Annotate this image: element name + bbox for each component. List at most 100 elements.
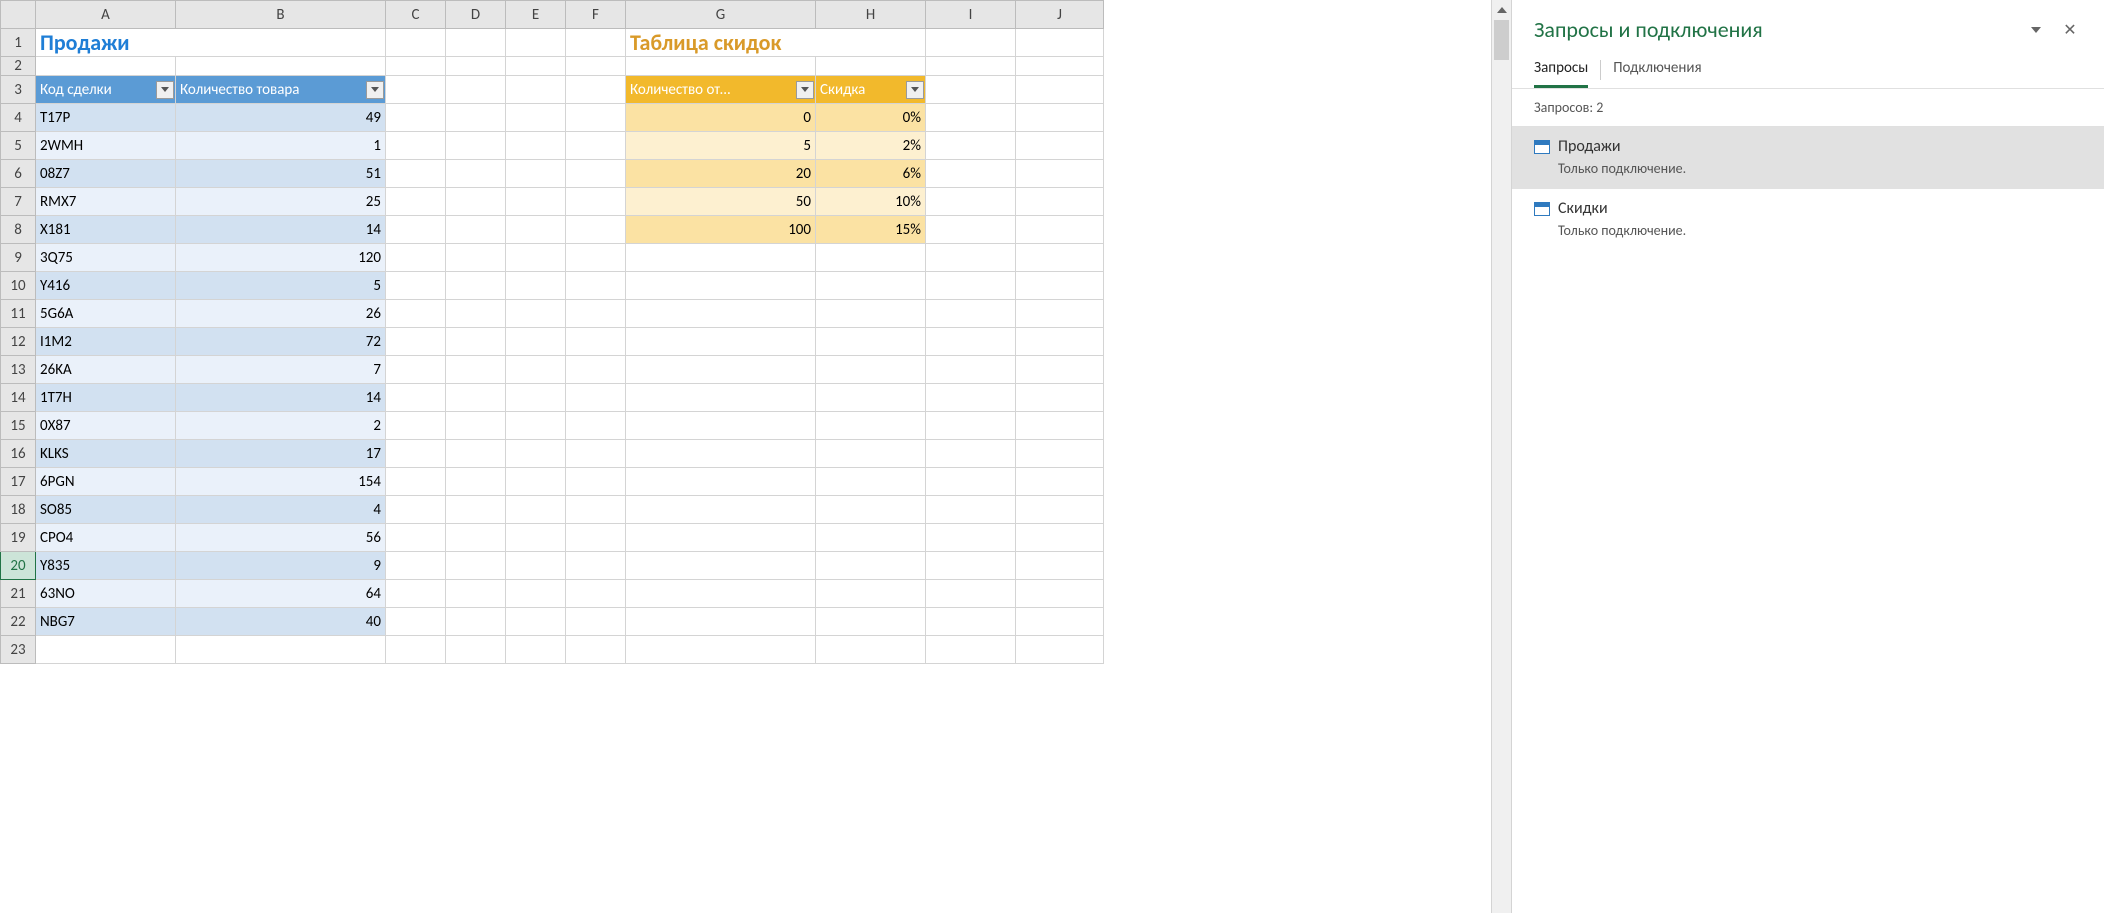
cell-J16[interactable] (1016, 440, 1104, 468)
cell-F20[interactable] (566, 552, 626, 580)
cell-C9[interactable] (386, 244, 446, 272)
cell-G11[interactable] (626, 300, 816, 328)
cell-I5[interactable] (926, 132, 1016, 160)
cell-I6[interactable] (926, 160, 1016, 188)
filter-button[interactable] (796, 81, 814, 99)
cell-H22[interactable] (816, 608, 926, 636)
cell-C23[interactable] (386, 636, 446, 664)
cell-E17[interactable] (506, 468, 566, 496)
scroll-up-button[interactable] (1492, 0, 1511, 20)
cell-H10[interactable] (816, 272, 926, 300)
cell-B4[interactable]: 49 (176, 104, 386, 132)
row-header-9[interactable]: 9 (1, 244, 36, 272)
cell-G23[interactable] (626, 636, 816, 664)
cell-D16[interactable] (446, 440, 506, 468)
cell-H21[interactable] (816, 580, 926, 608)
cell-F19[interactable] (566, 524, 626, 552)
cell-J4[interactable] (1016, 104, 1104, 132)
row-header-18[interactable]: 18 (1, 496, 36, 524)
cell-I22[interactable] (926, 608, 1016, 636)
cell-B15[interactable]: 2 (176, 412, 386, 440)
cell-I12[interactable] (926, 328, 1016, 356)
cell-H16[interactable] (816, 440, 926, 468)
cell-G5[interactable]: 5 (626, 132, 816, 160)
cell-C15[interactable] (386, 412, 446, 440)
cell-B14[interactable]: 14 (176, 384, 386, 412)
cell-D18[interactable] (446, 496, 506, 524)
cell-B10[interactable]: 5 (176, 272, 386, 300)
cell-E13[interactable] (506, 356, 566, 384)
cell-I21[interactable] (926, 580, 1016, 608)
cell-B2[interactable] (176, 57, 386, 76)
row-header-20[interactable]: 20 (1, 552, 36, 580)
cell-J22[interactable] (1016, 608, 1104, 636)
cell-I20[interactable] (926, 552, 1016, 580)
panel-close-button[interactable] (2058, 18, 2082, 42)
cell-E10[interactable] (506, 272, 566, 300)
cell-A18[interactable]: SO85 (36, 496, 176, 524)
cell-I10[interactable] (926, 272, 1016, 300)
cell-C3[interactable] (386, 76, 446, 104)
cell-E11[interactable] (506, 300, 566, 328)
cell-B6[interactable]: 51 (176, 160, 386, 188)
cell-C14[interactable] (386, 384, 446, 412)
cell-D20[interactable] (446, 552, 506, 580)
row-header-14[interactable]: 14 (1, 384, 36, 412)
cell-A14[interactable]: 1T7H (36, 384, 176, 412)
cell-B23[interactable] (176, 636, 386, 664)
cell-H8[interactable]: 15% (816, 216, 926, 244)
cell-I2[interactable] (926, 57, 1016, 76)
cell-F1[interactable] (566, 29, 626, 57)
cell-J14[interactable] (1016, 384, 1104, 412)
cell-H12[interactable] (816, 328, 926, 356)
cell-D5[interactable] (446, 132, 506, 160)
cell-B5[interactable]: 1 (176, 132, 386, 160)
cell-B16[interactable]: 17 (176, 440, 386, 468)
cell-H3[interactable]: Скидка (816, 76, 926, 104)
cell-E6[interactable] (506, 160, 566, 188)
cell-E18[interactable] (506, 496, 566, 524)
cell-A21[interactable]: 63NO (36, 580, 176, 608)
cell-F23[interactable] (566, 636, 626, 664)
tab-connections[interactable]: Подключения (1613, 51, 1701, 88)
row-header-12[interactable]: 12 (1, 328, 36, 356)
cell-E3[interactable] (506, 76, 566, 104)
cell-E21[interactable] (506, 580, 566, 608)
cell-H6[interactable]: 6% (816, 160, 926, 188)
cell-F6[interactable] (566, 160, 626, 188)
cell-C22[interactable] (386, 608, 446, 636)
cell-J10[interactable] (1016, 272, 1104, 300)
cell-D12[interactable] (446, 328, 506, 356)
row-header-1[interactable]: 1 (1, 29, 36, 57)
cell-E16[interactable] (506, 440, 566, 468)
cell-F4[interactable] (566, 104, 626, 132)
cell-H5[interactable]: 2% (816, 132, 926, 160)
cell-G10[interactable] (626, 272, 816, 300)
cell-A9[interactable]: 3Q75 (36, 244, 176, 272)
cell-E23[interactable] (506, 636, 566, 664)
cell-A17[interactable]: 6PGN (36, 468, 176, 496)
panel-menu-button[interactable] (2024, 18, 2048, 42)
cell-A5[interactable]: 2WMH (36, 132, 176, 160)
cell-E9[interactable] (506, 244, 566, 272)
cell-H9[interactable] (816, 244, 926, 272)
cell-F9[interactable] (566, 244, 626, 272)
cell-I14[interactable] (926, 384, 1016, 412)
grid[interactable]: ABCDEFGHIJ1ПродажиТаблица скидок23Код сд… (0, 0, 1104, 664)
cell-C12[interactable] (386, 328, 446, 356)
row-header-19[interactable]: 19 (1, 524, 36, 552)
row-header-6[interactable]: 6 (1, 160, 36, 188)
cell-G15[interactable] (626, 412, 816, 440)
cell-D21[interactable] (446, 580, 506, 608)
cell-J12[interactable] (1016, 328, 1104, 356)
cell-J20[interactable] (1016, 552, 1104, 580)
cell-H4[interactable]: 0% (816, 104, 926, 132)
cell-B9[interactable]: 120 (176, 244, 386, 272)
cell-J7[interactable] (1016, 188, 1104, 216)
cell-G12[interactable] (626, 328, 816, 356)
row-header-7[interactable]: 7 (1, 188, 36, 216)
cell-B11[interactable]: 26 (176, 300, 386, 328)
cell-F15[interactable] (566, 412, 626, 440)
cell-E12[interactable] (506, 328, 566, 356)
vertical-scrollbar[interactable] (1491, 0, 1511, 913)
